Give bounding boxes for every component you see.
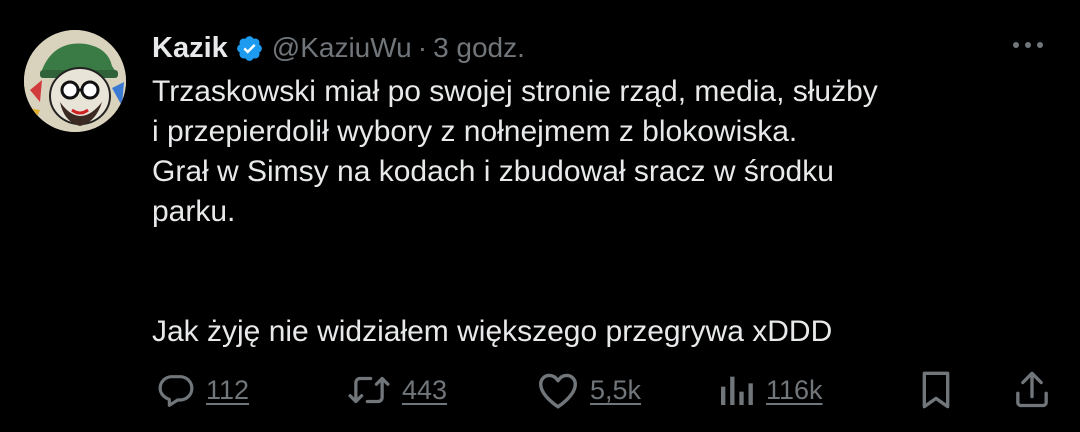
separator-dot: · [417, 32, 428, 63]
bookmark-icon [922, 371, 950, 409]
tweet-header: Kazik @KaziuWu · 3 godz. [152, 26, 525, 70]
avatar-image [24, 30, 126, 132]
author-name[interactable]: Kazik [152, 32, 228, 65]
tweet-text-line: Jak żyję nie widziałem większego przegry… [152, 315, 833, 348]
tweet: Kazik @KaziuWu · 3 godz. Trzaskowski mia… [0, 0, 1080, 432]
repost-icon [348, 376, 390, 404]
tweet-text-line: i przepierdolił wybory z nołnejmem z blo… [152, 115, 798, 148]
tweet-text-line: Grał w Simsy na kodach i zbudował sracz … [152, 155, 834, 188]
more-options-icon[interactable] [1010, 35, 1046, 55]
tweet-text-line: parku. [152, 195, 236, 228]
reply-icon [158, 375, 194, 407]
action-bar: 112 443 5,5k 116k [0, 362, 1080, 418]
views-chart-icon [721, 376, 753, 405]
heart-icon [538, 373, 577, 409]
tweet-text-line: Trzaskowski miał po swojej stronie rząd,… [152, 75, 878, 108]
tweet-text: Trzaskowski miał po swojej stronie rząd,… [152, 72, 1052, 352]
like-count: 5,5k [590, 374, 642, 405]
views-button[interactable]: 116k [716, 362, 823, 418]
tweet-timestamp[interactable]: 3 godz. [433, 32, 525, 64]
share-button[interactable] [1012, 362, 1052, 418]
view-count: 116k [766, 374, 823, 405]
bookmark-button[interactable] [916, 362, 956, 418]
repost-button[interactable]: 443 [346, 362, 447, 418]
share-icon [1016, 371, 1048, 408]
reply-count: 112 [206, 374, 250, 405]
avatar[interactable] [24, 30, 126, 132]
repost-count: 443 [402, 374, 448, 405]
verified-badge-icon [235, 34, 264, 63]
author-handle[interactable]: @KaziuWu [272, 32, 412, 64]
like-button[interactable]: 5,5k [536, 362, 641, 418]
reply-button[interactable]: 112 [156, 362, 249, 418]
